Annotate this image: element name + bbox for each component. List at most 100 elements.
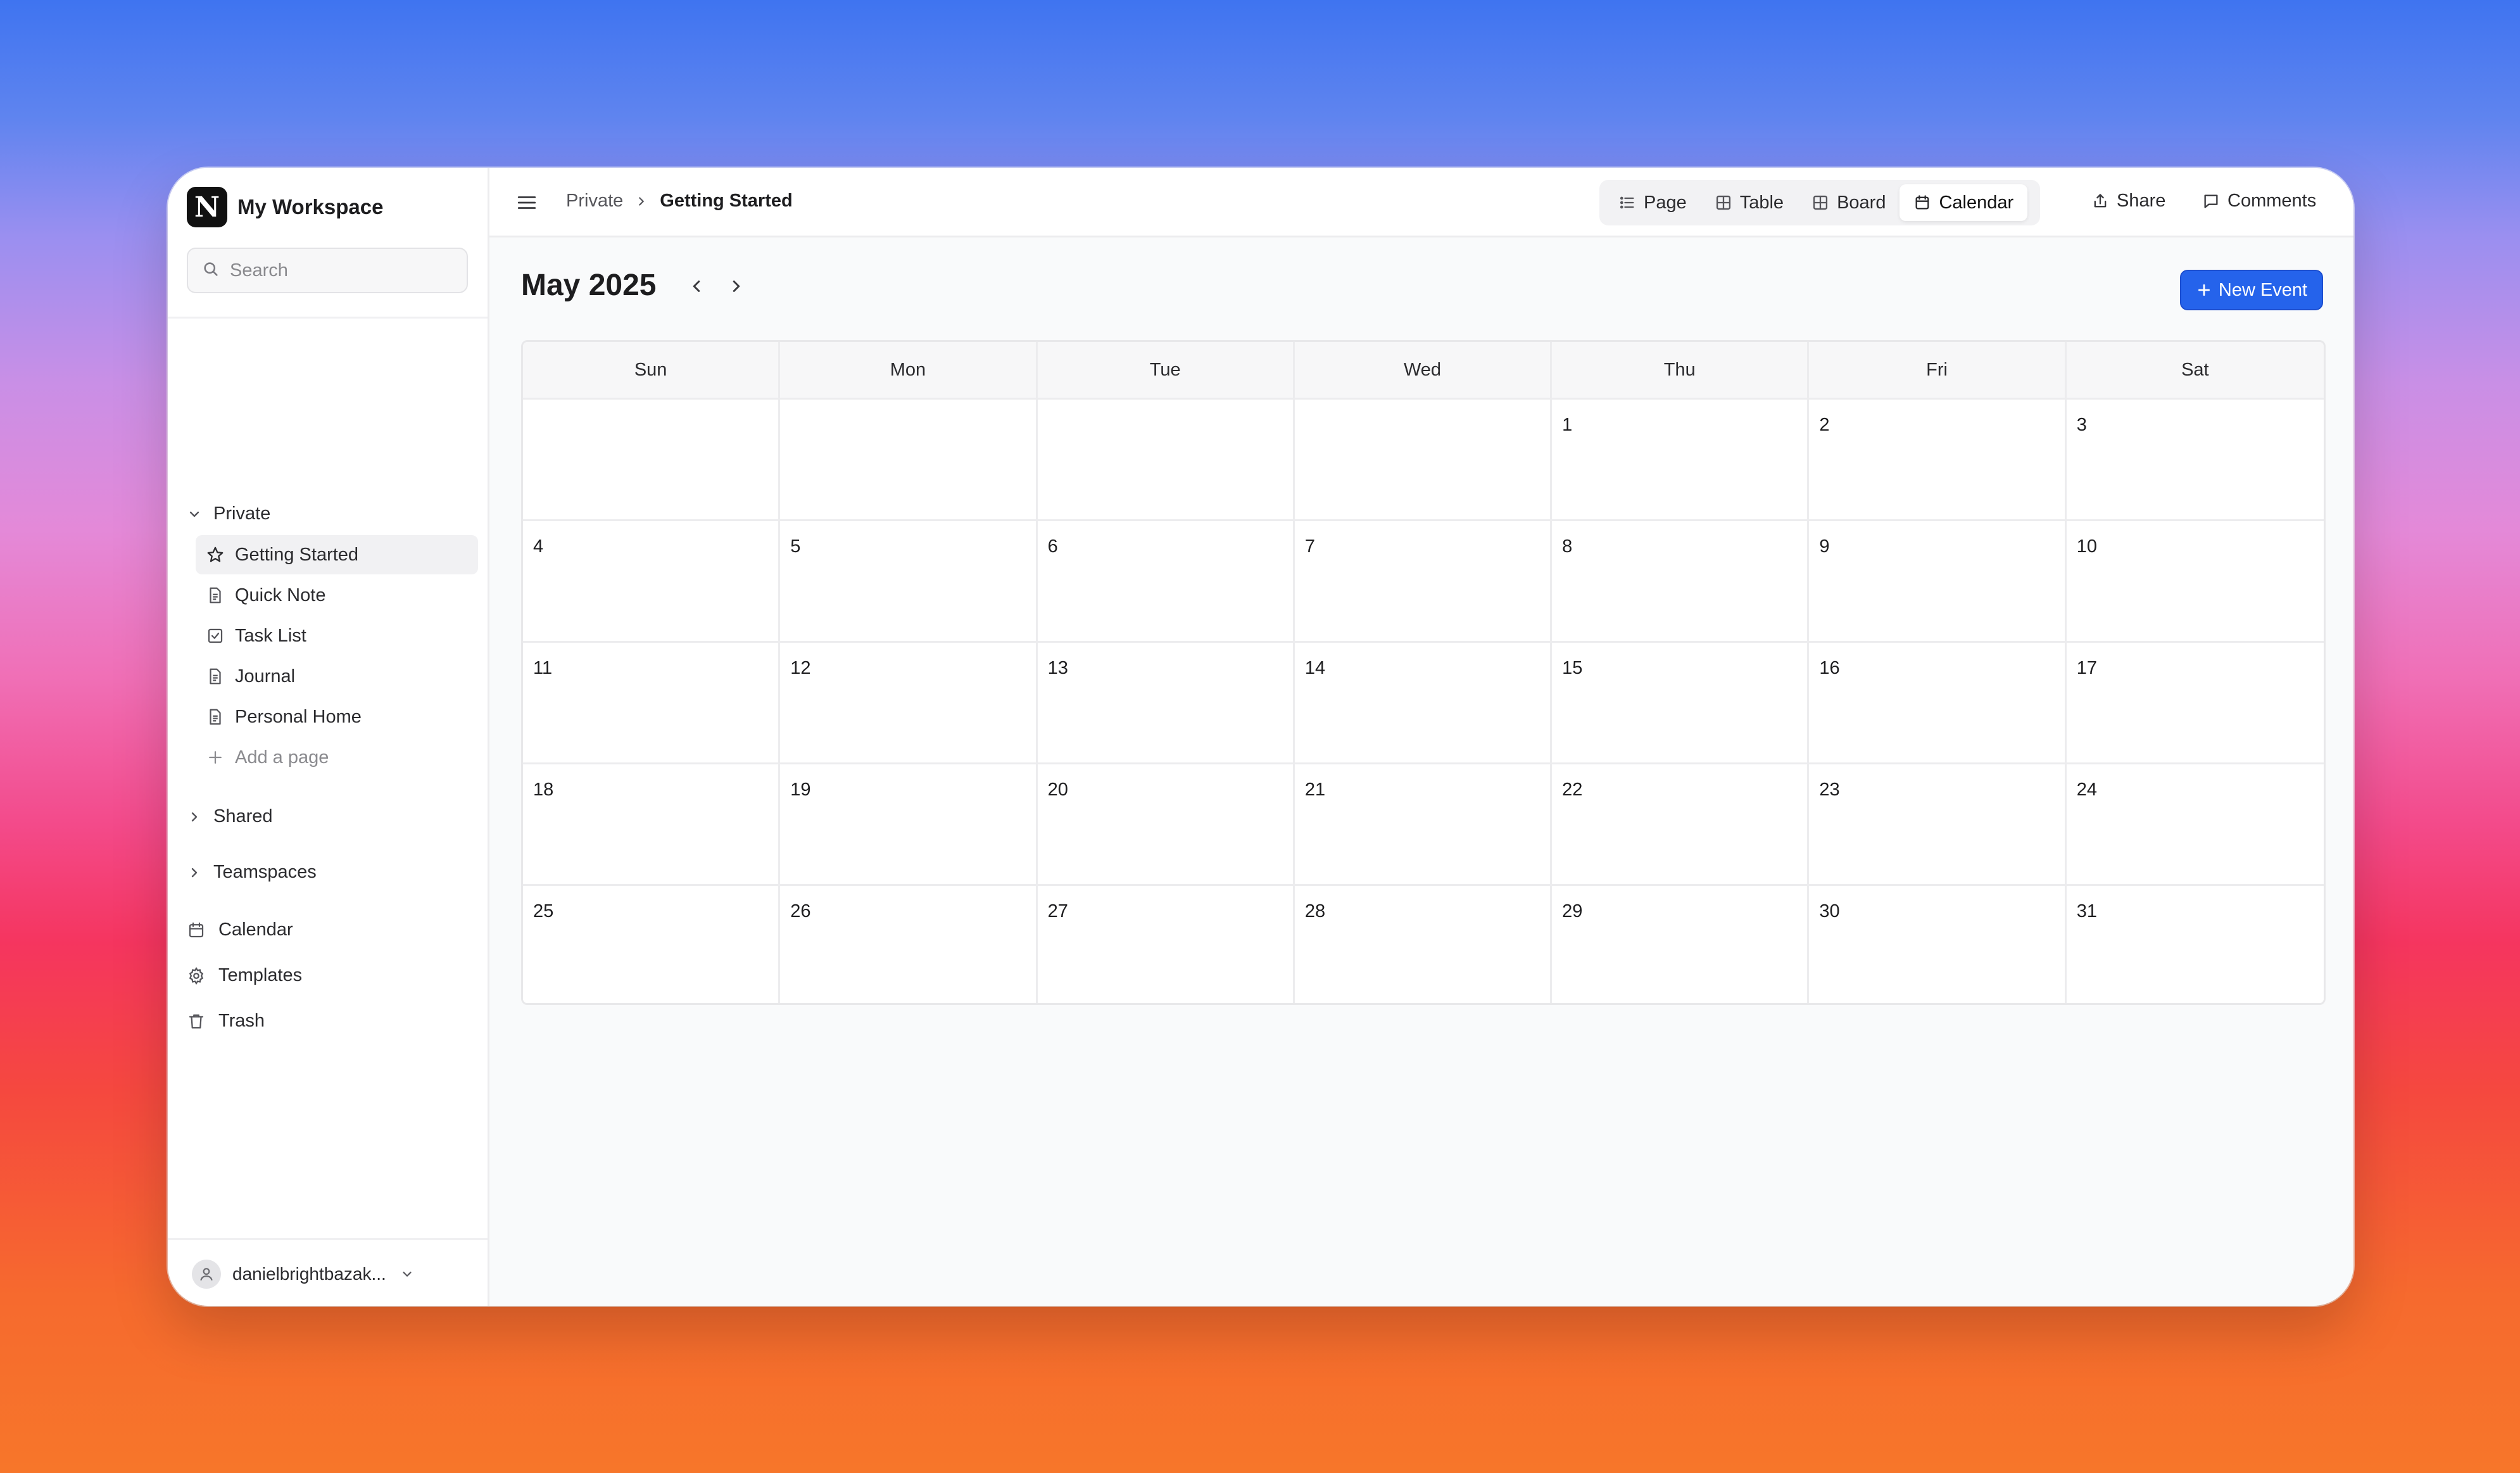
calendar-day-cell[interactable]: 27 bbox=[1037, 884, 1295, 1003]
calendar-day-cell[interactable] bbox=[1037, 398, 1295, 519]
weekday-header: Sun Mon Tue Wed Thu Fri Sat bbox=[523, 342, 2324, 398]
comment-icon bbox=[2204, 194, 2218, 208]
plus-icon bbox=[2198, 284, 2210, 296]
sidebar-item-label: Personal Home bbox=[235, 706, 362, 727]
tab-calendar[interactable]: Calendar bbox=[1899, 184, 2028, 221]
chevron-down-icon bbox=[189, 511, 199, 517]
chevron-right-icon bbox=[191, 812, 198, 821]
calendar-day-cell[interactable]: 19 bbox=[780, 762, 1038, 884]
breadcrumb-parent[interactable]: Private bbox=[566, 191, 623, 212]
day-number: 28 bbox=[1304, 901, 1326, 921]
calendar-day-cell[interactable]: 24 bbox=[2066, 762, 2324, 884]
avatar bbox=[192, 1260, 221, 1289]
section-shared[interactable]: Shared bbox=[187, 806, 273, 827]
calendar-day-cell[interactable] bbox=[1294, 398, 1553, 519]
calendar-day-cell[interactable]: 15 bbox=[1552, 641, 1810, 762]
search-input[interactable] bbox=[229, 259, 446, 282]
calendar-day-cell[interactable]: 22 bbox=[1552, 762, 1810, 884]
calendar-day-cell[interactable]: 11 bbox=[523, 641, 781, 762]
calendar-day-cell[interactable]: 28 bbox=[1294, 884, 1553, 1003]
calendar-day-cell[interactable]: 1 bbox=[1552, 398, 1810, 519]
calendar-day-cell[interactable]: 20 bbox=[1037, 762, 1295, 884]
new-event-button[interactable]: New Event bbox=[2180, 270, 2323, 310]
day-number: 15 bbox=[1562, 658, 1583, 678]
add-page-button[interactable]: Add a page bbox=[196, 738, 478, 777]
calendar-day-cell[interactable]: 18 bbox=[523, 762, 781, 884]
calendar-day-cell[interactable]: 3 bbox=[2066, 398, 2324, 519]
day-number: 2 bbox=[1819, 415, 1830, 435]
tab-page[interactable]: Page bbox=[1604, 184, 1701, 221]
weekday-label: Sat bbox=[2181, 359, 2209, 380]
section-label: Teamspaces bbox=[213, 862, 317, 882]
search-box[interactable] bbox=[187, 248, 468, 293]
sidebar-item-personal-home[interactable]: Personal Home bbox=[196, 697, 478, 736]
gear-icon bbox=[189, 966, 204, 985]
calendar-day-cell[interactable]: 26 bbox=[780, 884, 1038, 1003]
chevron-down-icon bbox=[403, 1272, 412, 1277]
calendar-day-cell[interactable]: 31 bbox=[2066, 884, 2324, 1003]
checkbox-icon bbox=[208, 628, 223, 643]
next-month-button[interactable] bbox=[727, 277, 746, 299]
day-number: 3 bbox=[2076, 415, 2087, 435]
calendar-day-cell[interactable]: 25 bbox=[523, 884, 781, 1003]
sidebar-item-task-list[interactable]: Task List bbox=[196, 616, 478, 655]
calendar-day-cell[interactable]: 5 bbox=[780, 519, 1038, 641]
app-window: N My Workspace Private Getting Started Q… bbox=[168, 168, 2353, 1306]
calendar-day-cell[interactable]: 6 bbox=[1037, 519, 1295, 641]
calendar-day-cell[interactable]: 16 bbox=[1809, 641, 2067, 762]
calendar-day-cell[interactable]: 2 bbox=[1809, 398, 2067, 519]
sidebar-item-label: Task List bbox=[235, 625, 306, 646]
calendar-day-cell[interactable]: 12 bbox=[780, 641, 1038, 762]
calendar-day-cell[interactable]: 21 bbox=[1294, 762, 1553, 884]
table-icon bbox=[1716, 195, 1730, 210]
day-number: 26 bbox=[790, 901, 811, 921]
day-number: 29 bbox=[1562, 901, 1583, 921]
sidebar-item-label: Journal bbox=[235, 666, 296, 686]
tab-board[interactable]: Board bbox=[1798, 184, 1899, 221]
calendar-day-cell[interactable]: 7 bbox=[1294, 519, 1553, 641]
section-teamspaces[interactable]: Teamspaces bbox=[187, 862, 317, 883]
day-number: 18 bbox=[533, 780, 554, 800]
calendar-day-cell[interactable]: 13 bbox=[1037, 641, 1295, 762]
calendar-day-cell[interactable]: 23 bbox=[1809, 762, 2067, 884]
day-number: 5 bbox=[790, 536, 801, 557]
day-number: 8 bbox=[1562, 536, 1573, 557]
chevron-left-icon bbox=[693, 281, 700, 292]
section-label: Private bbox=[213, 503, 271, 524]
weekday-label: Fri bbox=[1809, 342, 2067, 398]
calendar-day-cell[interactable]: 10 bbox=[2066, 519, 2324, 641]
user-menu[interactable]: danielbrightbazak... bbox=[192, 1260, 414, 1289]
calendar-day-cell[interactable] bbox=[780, 398, 1038, 519]
calendar-day-cell[interactable]: 9 bbox=[1809, 519, 2067, 641]
sidebar-trash[interactable]: Trash bbox=[187, 1011, 265, 1032]
breadcrumb-current[interactable]: Getting Started bbox=[660, 191, 792, 212]
top-bar: Private Getting Started Page Table Board bbox=[489, 168, 2353, 237]
calendar-day-cell[interactable]: 17 bbox=[2066, 641, 2324, 762]
weekday-label: Sun bbox=[523, 342, 781, 398]
sidebar-item-journal[interactable]: Journal bbox=[196, 657, 478, 696]
trash-icon bbox=[189, 1014, 204, 1028]
hamburger-icon bbox=[517, 196, 536, 209]
calendar-day-cell[interactable]: 4 bbox=[523, 519, 781, 641]
sidebar-calendar[interactable]: Calendar bbox=[187, 920, 293, 940]
tab-table[interactable]: Table bbox=[1701, 184, 1798, 221]
calendar-day-cell[interactable]: 14 bbox=[1294, 641, 1553, 762]
sidebar-templates[interactable]: Templates bbox=[187, 965, 302, 986]
prev-month-button[interactable] bbox=[687, 277, 706, 299]
calendar-day-cell[interactable] bbox=[523, 398, 781, 519]
comments-label: Comments bbox=[2227, 191, 2317, 211]
share-button[interactable]: Share bbox=[2091, 191, 2165, 212]
chevron-right-icon bbox=[733, 281, 740, 292]
calendar-day-cell[interactable]: 8 bbox=[1552, 519, 1810, 641]
calendar-day-cell[interactable]: 29 bbox=[1552, 884, 1810, 1003]
day-number: 4 bbox=[533, 536, 544, 557]
section-private[interactable]: Private bbox=[187, 503, 270, 524]
sidebar-item-quick-note[interactable]: Quick Note bbox=[196, 576, 478, 615]
sidebar-item-getting-started[interactable]: Getting Started bbox=[196, 535, 478, 574]
chevron-right-icon bbox=[639, 196, 645, 206]
menu-button[interactable] bbox=[516, 192, 538, 217]
workspace-header[interactable]: N My Workspace bbox=[187, 187, 383, 227]
calendar-day-cell[interactable]: 30 bbox=[1809, 884, 2067, 1003]
comments-button[interactable]: Comments bbox=[2202, 191, 2316, 212]
list-icon bbox=[1620, 196, 1634, 209]
